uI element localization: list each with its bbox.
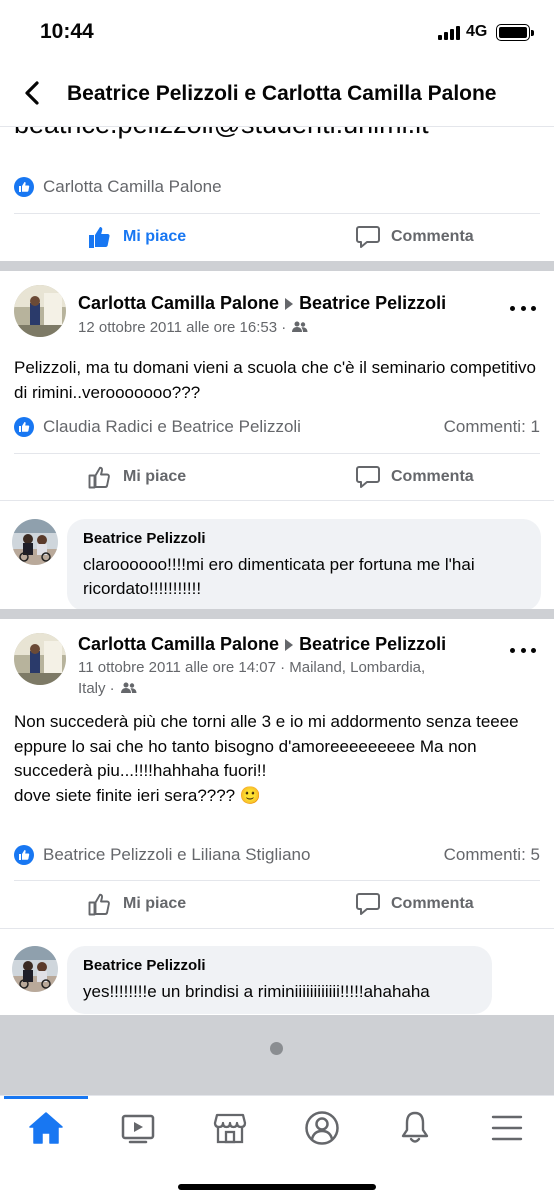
post-body: Pelizzoli, ma tu domani vieni a scuola c… <box>14 358 536 402</box>
comment-button[interactable]: Commenta <box>355 881 474 927</box>
post-author[interactable]: Carlotta Camilla Palone <box>78 634 279 655</box>
profile-icon <box>305 1111 339 1145</box>
post-target[interactable]: Beatrice Pelizzoli <box>299 634 446 655</box>
back-arrow-icon[interactable] <box>18 78 48 108</box>
battery-icon <box>496 24 534 41</box>
friends-privacy-icon <box>120 682 137 693</box>
tab-notifications[interactable] <box>395 1108 435 1148</box>
feed-content: beatrice.pelizzoli@studenti.unimi.it Car… <box>0 127 554 1095</box>
reactions-row[interactable]: Beatrice Pelizzoli e Liliana Stigliano C… <box>14 845 540 865</box>
post-timestamp[interactable]: 11 ottobre 2011 alle ore 14:07 · Mailand… <box>78 657 425 678</box>
comment-bubble: Beatrice Pelizzoli yes!!!!!!!!e un brind… <box>67 946 492 1014</box>
comment-count[interactable]: Commenti: 1 <box>444 417 540 437</box>
like-label: Mi piace <box>123 468 187 485</box>
post-location: Italy · <box>78 680 115 697</box>
home-indicator <box>178 1184 376 1190</box>
reaction-names: Beatrice Pelizzoli e Liliana Stigliano <box>43 845 311 864</box>
bell-icon <box>401 1111 429 1143</box>
divider <box>0 500 554 501</box>
avatar[interactable] <box>14 633 66 685</box>
post-line: Non succederà più che torni alle 3 e io … <box>14 712 519 731</box>
avatar[interactable] <box>14 285 66 337</box>
action-row: Mi piace Commenta <box>0 454 554 500</box>
post-text-fragment: beatrice.pelizzoli@studenti.unimi.it <box>14 127 429 140</box>
reaction-names: Carlotta Camilla Palone <box>43 177 222 196</box>
like-button[interactable]: Mi piace <box>87 214 186 260</box>
comment-icon <box>356 226 380 248</box>
comment-count[interactable]: Commenti: 5 <box>444 845 540 865</box>
thumbs-up-icon <box>88 893 110 916</box>
comment-author[interactable]: Beatrice Pelizzoli <box>83 529 525 549</box>
divider <box>0 928 554 929</box>
comment-bubble: Beatrice Pelizzoli claroooooo!!!!mi ero … <box>67 519 541 611</box>
like-button[interactable]: Mi piace <box>87 881 186 927</box>
page-title: Beatrice Pelizzoli e Carlotta Camilla Pa… <box>67 82 497 105</box>
comment-button[interactable]: Commenta <box>355 214 474 260</box>
network-type: 4G <box>466 23 488 40</box>
video-icon <box>121 1114 155 1144</box>
thumbs-up-icon <box>88 466 110 489</box>
bottom-tab-bar <box>0 1095 554 1200</box>
like-reaction-icon <box>14 845 34 865</box>
post-separator <box>0 609 554 619</box>
reaction-names: Claudia Radici e Beatrice Pelizzoli <box>43 417 301 436</box>
arrow-right-icon <box>285 638 294 651</box>
post-timestamp[interactable]: 12 ottobre 2011 alle ore 16:53 · <box>78 319 286 336</box>
marketplace-icon <box>213 1113 247 1144</box>
like-reaction-icon <box>14 417 34 437</box>
post-author[interactable]: Carlotta Camilla Palone <box>78 293 279 314</box>
post-author-line[interactable]: Carlotta Camilla Palone Beatrice Pelizzo… <box>78 634 446 655</box>
like-button[interactable]: Mi piace <box>87 454 186 500</box>
signal-icon <box>438 26 460 40</box>
more-options-icon[interactable] <box>510 645 536 655</box>
comment-icon <box>356 893 380 915</box>
comment-button[interactable]: Commenta <box>355 454 474 500</box>
reactions-row[interactable]: Carlotta Camilla Palone <box>14 177 540 197</box>
post-line: eppure lo sai che ho tanto bisogno d'amo… <box>14 736 477 781</box>
post-line: dove siete finite ieri sera???? 🙂 <box>14 785 262 805</box>
reactions-row[interactable]: Claudia Radici e Beatrice Pelizzoli Comm… <box>14 417 540 437</box>
action-row: Mi piace Commenta <box>0 214 554 260</box>
tab-menu[interactable] <box>487 1108 527 1148</box>
post-author-line[interactable]: Carlotta Camilla Palone Beatrice Pelizzo… <box>78 293 446 314</box>
action-row: Mi piace Commenta <box>0 881 554 927</box>
comment-text: claroooooo!!!!mi ero dimenticata per for… <box>83 555 475 598</box>
tab-video[interactable] <box>118 1108 158 1148</box>
like-label: Mi piace <box>123 228 187 245</box>
tab-profile[interactable] <box>302 1108 342 1148</box>
active-tab-indicator <box>4 1096 88 1099</box>
post-body: Non succederà più che torni alle 3 e io … <box>14 710 544 808</box>
post-meta: 11 ottobre 2011 alle ore 14:07 · Mailand… <box>78 657 425 699</box>
tab-marketplace[interactable] <box>210 1108 250 1148</box>
comment-icon <box>356 466 380 488</box>
arrow-right-icon <box>285 297 294 310</box>
comment-label: Commenta <box>391 468 474 485</box>
like-label: Mi piace <box>123 895 187 912</box>
home-icon <box>29 1112 63 1144</box>
comment-label: Commenta <box>391 895 474 912</box>
page-header: Beatrice Pelizzoli e Carlotta Camilla Pa… <box>0 62 554 127</box>
thumbs-up-icon <box>89 227 110 248</box>
friends-privacy-icon <box>292 321 308 332</box>
status-bar: 10:44 4G <box>0 0 554 62</box>
comment-author[interactable]: Beatrice Pelizzoli <box>83 956 476 976</box>
menu-icon <box>491 1115 523 1141</box>
post-separator <box>0 261 554 271</box>
post-meta: 12 ottobre 2011 alle ore 16:53 · <box>78 317 308 338</box>
comment-text: yes!!!!!!!!e un brindisi a riminiiiiiiii… <box>83 982 430 1001</box>
status-time: 10:44 <box>40 20 94 43</box>
more-options-icon[interactable] <box>510 303 536 313</box>
avatar[interactable] <box>12 519 58 565</box>
avatar[interactable] <box>12 946 58 992</box>
tab-home[interactable] <box>26 1108 66 1148</box>
loading-spinner-icon <box>270 1042 283 1055</box>
loading-area <box>0 1015 554 1095</box>
post-target[interactable]: Beatrice Pelizzoli <box>299 293 446 314</box>
like-reaction-icon <box>14 177 34 197</box>
comment-label: Commenta <box>391 228 474 245</box>
